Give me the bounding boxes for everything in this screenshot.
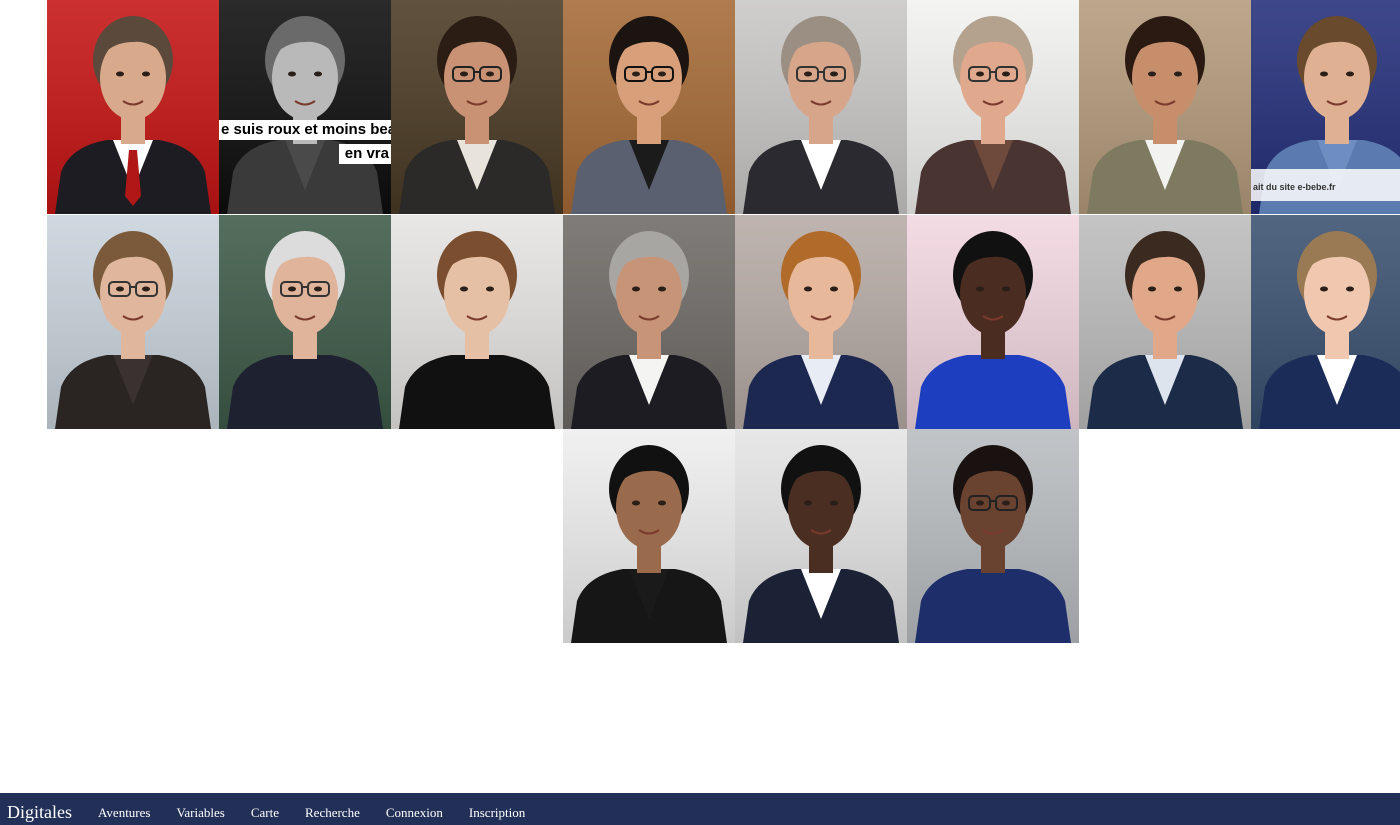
nav-item-inscription[interactable]: Inscription (469, 806, 525, 821)
portrait-tile[interactable] (563, 429, 735, 643)
portrait-photo (1079, 0, 1251, 214)
portrait-photo (47, 215, 219, 429)
photo-caption-line-1: e suis roux et moins bea (219, 120, 391, 140)
portrait-tile[interactable] (391, 0, 563, 214)
nav-item-recherche[interactable]: Recherche (305, 806, 360, 821)
portrait-photo (1079, 215, 1251, 429)
portrait-tile[interactable] (1251, 215, 1400, 429)
portrait-photo (563, 429, 735, 643)
portrait-photo (1251, 215, 1400, 429)
portrait-tile[interactable] (563, 0, 735, 214)
page: e suis roux et moins bea en vra ait du sit… (0, 0, 1400, 825)
portrait-tile[interactable] (1079, 215, 1251, 429)
nav-item-variables[interactable]: Variables (176, 806, 224, 821)
portrait-tile[interactable]: ait du site e-bebe.fr (1251, 0, 1400, 214)
portrait-tile[interactable]: e suis roux et moins bea en vra (219, 0, 391, 214)
nav-item-carte[interactable]: Carte (251, 806, 279, 821)
portrait-photo (219, 215, 391, 429)
portrait-tile[interactable] (907, 0, 1079, 214)
portrait-photo (735, 429, 907, 643)
portrait-tile[interactable] (47, 0, 219, 214)
portrait-tile[interactable] (47, 215, 219, 429)
portrait-tile[interactable] (219, 215, 391, 429)
portrait-photo (391, 0, 563, 214)
portrait-tile[interactable] (735, 429, 907, 643)
portrait-photo (735, 215, 907, 429)
portrait-photo (47, 0, 219, 214)
portrait-tile[interactable] (391, 215, 563, 429)
portrait-tile[interactable] (1079, 0, 1251, 214)
portrait-photo (907, 429, 1079, 643)
portrait-tile[interactable] (735, 0, 907, 214)
nav-item-connexion[interactable]: Connexion (386, 806, 443, 821)
photo-caption-line-2: en vra (338, 144, 391, 164)
portrait-tile[interactable] (907, 429, 1079, 643)
portrait-photo (735, 0, 907, 214)
bottom-navbar: Digitales Aventures Variables Carte Rech… (0, 793, 1400, 825)
portrait-photo (907, 0, 1079, 214)
portrait-tile[interactable] (735, 215, 907, 429)
portrait-photo (907, 215, 1079, 429)
portrait-photo (219, 0, 391, 214)
portrait-photo (391, 215, 563, 429)
portrait-photo (563, 0, 735, 214)
portrait-tile[interactable] (563, 215, 735, 429)
portrait-tile[interactable] (907, 215, 1079, 429)
nav-item-aventures[interactable]: Aventures (98, 806, 150, 821)
brand-link[interactable]: Digitales (7, 803, 72, 821)
photo-caption-banner: ait du site e-bebe.fr (1251, 169, 1400, 201)
portrait-photo (563, 215, 735, 429)
